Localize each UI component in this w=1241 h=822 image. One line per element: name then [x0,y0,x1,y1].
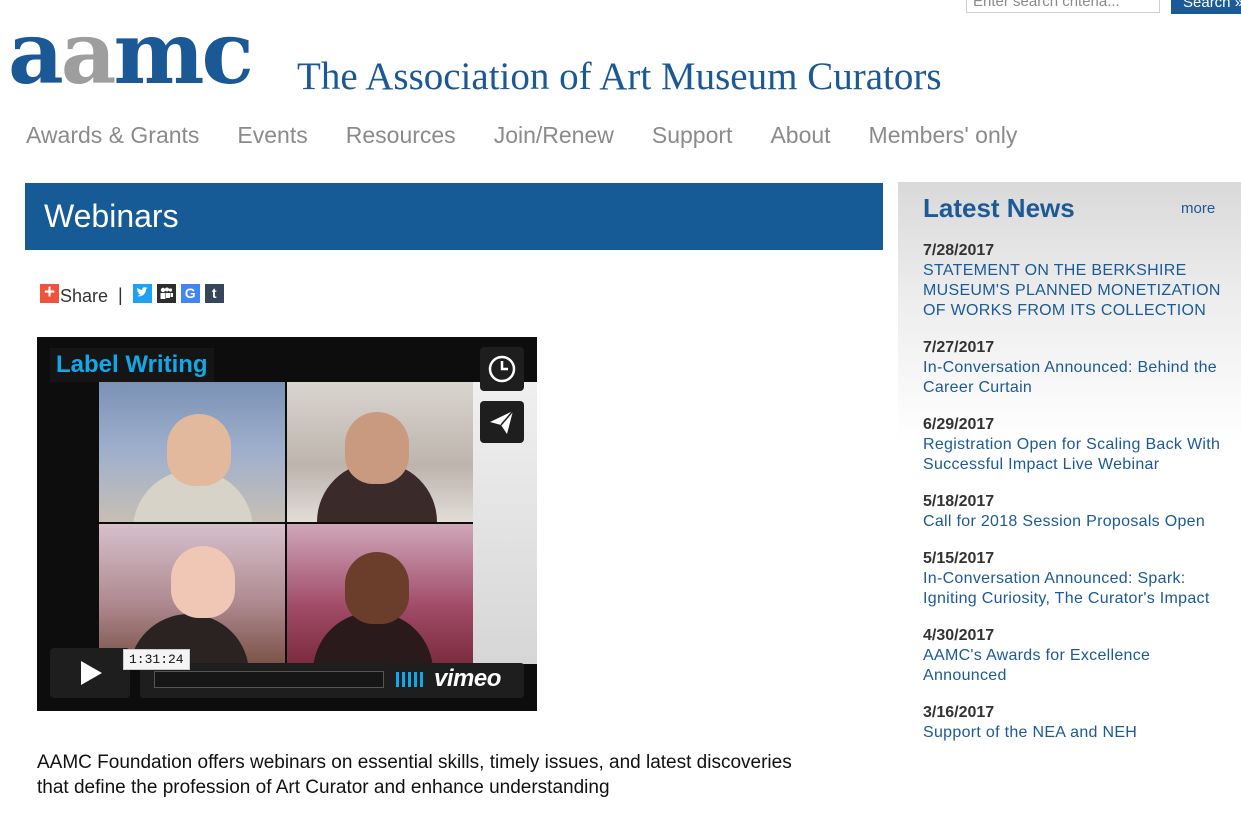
video-control-bar: vimeo [140,663,524,698]
search-input[interactable] [966,0,1160,13]
google-icon[interactable]: G [180,283,200,303]
news-date: 7/27/2017 [923,339,995,356]
logo-title: The Association of Art Museum Curators [297,55,942,98]
news-item: 3/16/2017 Support of the NEA and NEH [923,703,1223,743]
news-item: 5/15/2017 In-Conversation Announced: Spa… [923,549,1223,609]
play-button[interactable] [50,648,130,698]
page-title: Webinars [44,198,179,234]
news-link[interactable]: Registration Open for Scaling Back With … [923,435,1223,475]
news-link[interactable]: AAMC's Awards for Excellence Announced [923,646,1223,686]
latest-news-sidebar: Latest News more 7/28/2017 STATEMENT ON … [898,182,1241,822]
duration-tooltip: 1:31:24 [123,649,190,670]
volume-icon[interactable] [396,672,426,687]
nav-item-support[interactable]: Support [652,122,733,149]
news-link[interactable]: In-Conversation Announced: Spark: Igniti… [923,569,1223,609]
news-date: 4/30/2017 [923,627,995,644]
news-date: 5/18/2017 [923,493,995,510]
logo-mark: aamc [8,3,254,104]
play-icon [81,661,102,685]
news-link[interactable]: In-Conversation Announced: Behind the Ca… [923,358,1223,398]
news-item: 6/29/2017 Registration Open for Scaling … [923,415,1223,475]
nav-item-join-renew[interactable]: Join/Renew [494,122,614,149]
news-link[interactable]: Support of the NEA and NEH [923,723,1223,743]
news-list: 7/28/2017 STATEMENT ON THE BERKSHIRE MUS… [923,241,1223,760]
intro-text: AAMC Foundation offers webinars on essen… [37,752,792,798]
clock-icon [488,355,516,383]
paper-plane-icon [490,410,514,434]
nav-item-events[interactable]: Events [237,122,307,149]
share-separator: | [118,284,123,305]
video-participant-1 [99,382,285,522]
video-player[interactable]: Label Writing vimeo 1:31:24 [37,337,537,711]
news-link[interactable]: STATEMENT ON THE BERKSHIRE MUSEUM'S PLAN… [923,261,1223,321]
news-link[interactable]: Call for 2018 Session Proposals Open [923,512,1223,532]
news-date: 7/28/2017 [923,242,995,259]
participant-3-head [171,546,235,618]
progress-bar[interactable] [154,671,384,688]
search-button[interactable]: Search » [1171,0,1241,14]
participant-2-head [345,412,409,484]
logo-mark-a2: a [60,3,117,104]
video-title[interactable]: Label Writing [50,348,214,382]
myspace-icon[interactable] [156,283,176,303]
nav-item-resources[interactable]: Resources [346,122,456,149]
news-more-link[interactable]: more [1181,200,1215,217]
share-video-button[interactable] [480,401,524,443]
news-item: 5/18/2017 Call for 2018 Session Proposal… [923,492,1223,532]
share-plus-icon[interactable]: + [40,283,59,303]
share-bar: + Share | G t [40,282,229,307]
vimeo-logo[interactable]: vimeo [434,665,501,693]
news-date: 5/15/2017 [923,550,995,567]
logo-mark-mc: mc [113,3,253,104]
nav-item-members-only[interactable]: Members' only [869,122,1018,149]
video-participant-3 [99,524,285,664]
news-heading: Latest News [923,193,1075,223]
twitter-bird-glyph [136,286,148,296]
nav-item-about[interactable]: About [770,122,830,149]
tumblr-icon[interactable]: t [204,283,224,303]
news-date: 6/29/2017 [923,416,995,433]
myspace-glyph [160,287,173,299]
watch-later-button[interactable] [480,347,524,391]
nav-item-awards-grants[interactable]: Awards & Grants [26,122,199,149]
news-item: 7/28/2017 STATEMENT ON THE BERKSHIRE MUS… [923,241,1223,321]
logo-mark-a1: a [8,3,64,104]
news-date: 3/16/2017 [923,704,995,721]
main-nav: Awards & Grants Events Resources Join/Re… [26,122,1017,149]
share-label[interactable]: Share [60,286,108,307]
twitter-icon[interactable] [132,283,152,303]
participant-1-head [167,414,231,486]
news-item: 7/27/2017 In-Conversation Announced: Beh… [923,338,1223,398]
page-banner: Webinars [25,183,883,250]
video-participant-4 [287,524,473,664]
video-participant-2 [287,382,473,522]
news-item: 4/30/2017 AAMC's Awards for Excellence A… [923,626,1223,686]
participant-4-head [345,552,409,624]
